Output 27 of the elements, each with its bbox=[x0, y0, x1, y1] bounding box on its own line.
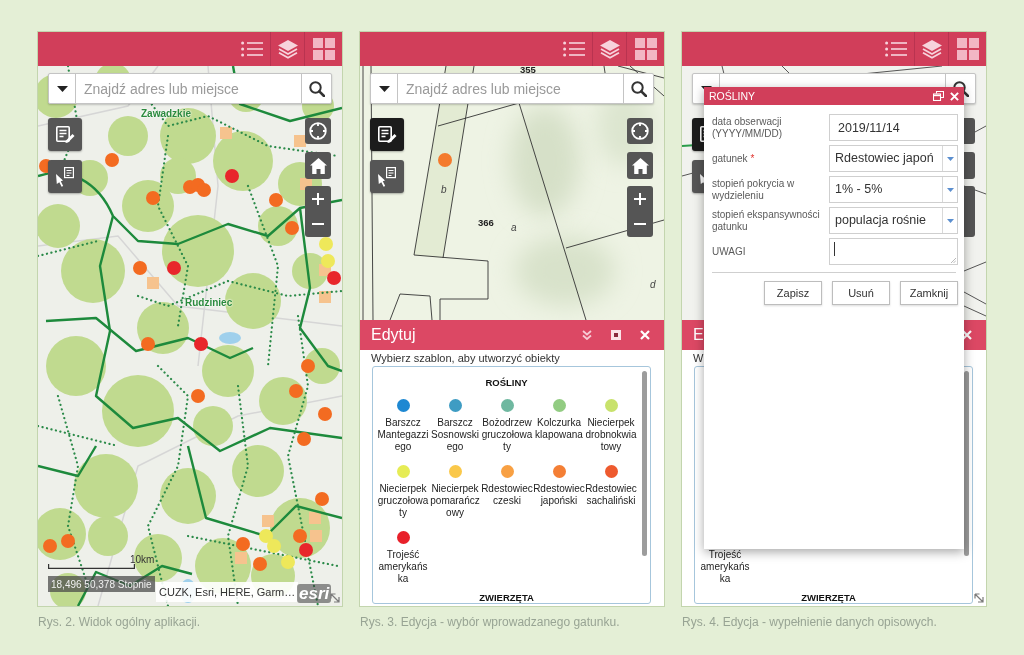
scale-label: 10km bbox=[130, 554, 155, 565]
editor-hint: W bbox=[693, 352, 704, 365]
editor-title: Edytuj bbox=[371, 325, 416, 345]
group-heading: ROŚLINY bbox=[484, 377, 529, 389]
map-label: Rudziniec bbox=[185, 297, 233, 309]
dialog-title: ROŚLINY bbox=[709, 90, 756, 102]
map-label: a bbox=[511, 222, 517, 233]
editor-title: E bbox=[693, 325, 704, 345]
figure-caption: Rys. 2. Widok ogólny aplikacji. bbox=[38, 615, 201, 629]
map-label: d bbox=[650, 279, 656, 290]
attribution-text: CUZK, Esri, HERE, Garm… bbox=[156, 582, 299, 602]
group-heading: ZWIERZĘTA bbox=[478, 592, 535, 603]
figure-caption: Rys. 4. Edycja - wypełnienie danych opisowych. bbox=[682, 615, 937, 629]
group-heading: ZWIERZĘTA bbox=[800, 592, 857, 603]
field-label: stopień ekspansywności gatunku bbox=[712, 208, 821, 233]
map-label: Zawadzkie bbox=[141, 108, 192, 120]
field-label: data obserwacji (YYYY/MM/DD) bbox=[712, 115, 783, 140]
map-label: b bbox=[441, 184, 447, 195]
field-label: stopień pokrycia w wydzieleniu bbox=[712, 177, 796, 202]
coordinates-readout: 18,496 50,378 Stopnie bbox=[48, 576, 155, 592]
figure-caption: Rys. 3. Edycja - wybór wprowadzanego gatunku. bbox=[360, 615, 620, 629]
map-logo: esri bbox=[297, 584, 332, 603]
map-label: 366 bbox=[478, 219, 494, 226]
map-label: 355 bbox=[520, 66, 536, 73]
field-label: UWAGI bbox=[712, 245, 747, 258]
field-label: gatunek * bbox=[712, 152, 756, 165]
editor-hint: Wybierz szablon, aby utworzyć obiekty bbox=[371, 352, 560, 365]
